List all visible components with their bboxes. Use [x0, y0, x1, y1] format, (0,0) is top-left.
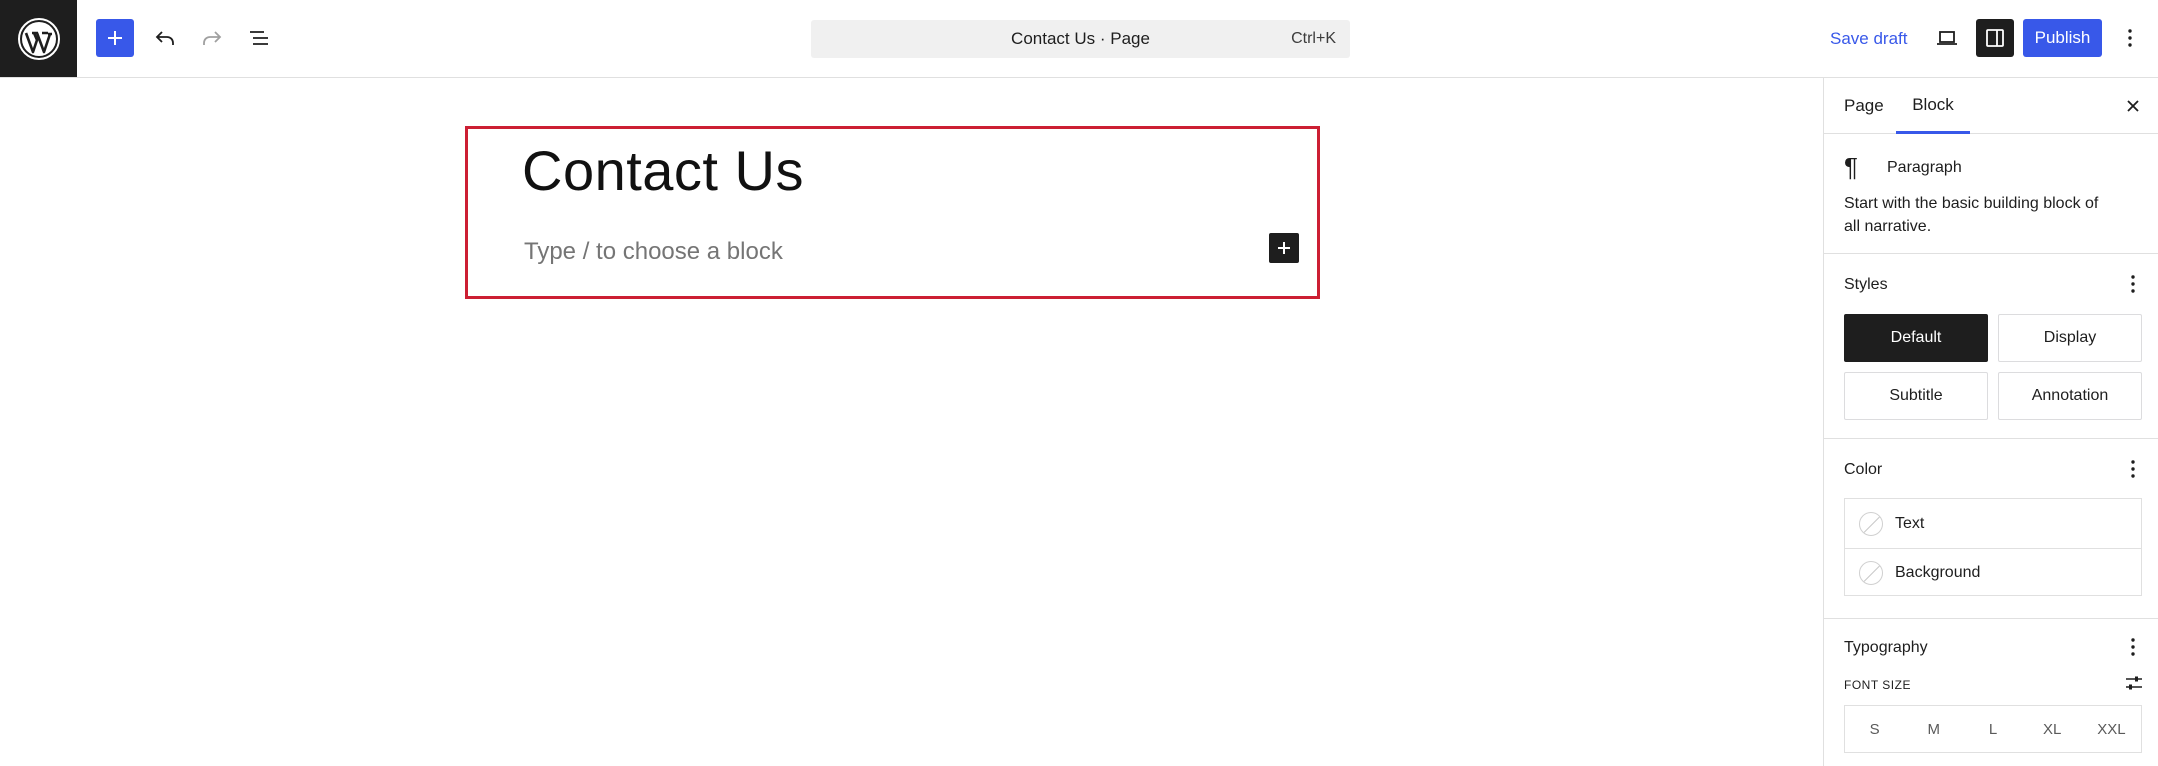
command-shortcut: Ctrl+K: [1291, 30, 1336, 47]
tab-page[interactable]: Page: [1844, 78, 1884, 134]
redo-button[interactable]: [193, 19, 231, 57]
pilcrow-icon: ¶: [1844, 152, 1858, 182]
redo-icon: [203, 31, 222, 45]
plus-icon: [1278, 242, 1290, 254]
block-card: ¶ Paragraph Start with the basic buildin…: [1824, 134, 2158, 254]
font-size-custom-button[interactable]: [2122, 671, 2146, 695]
vertical-dots-icon: [2131, 460, 2135, 478]
panel-divider: [1824, 618, 2158, 619]
wordpress-logo-button[interactable]: [0, 0, 77, 77]
list-view-icon: [250, 31, 268, 45]
editor-canvas[interactable]: Contact Us Type / to choose a block: [0, 78, 1823, 766]
tab-block[interactable]: Block: [1896, 78, 1970, 134]
block-name: Paragraph: [1887, 159, 1962, 176]
text-color-label: Text: [1895, 514, 1925, 532]
document-overview-button[interactable]: [240, 19, 278, 57]
empty-paragraph-block[interactable]: Type / to choose a block: [524, 238, 783, 266]
document-title: Contact Us · Page: [1011, 29, 1150, 48]
styles-options-button[interactable]: [2121, 270, 2145, 298]
post-title[interactable]: Contact Us: [522, 138, 804, 203]
vertical-dots-icon: [2131, 275, 2135, 293]
style-annotation-button[interactable]: Annotation: [1998, 372, 2142, 420]
panel-divider: [1824, 438, 2158, 439]
sidebar-tabs: Page Block: [1824, 78, 2158, 134]
preview-button[interactable]: [1928, 19, 1966, 57]
undo-icon: [155, 31, 174, 45]
block-inserter-button[interactable]: [96, 19, 134, 57]
typography-panel-title: Typography: [1844, 639, 1928, 656]
font-size-label: FONT SIZE: [1844, 678, 1911, 692]
close-icon: [2127, 100, 2139, 112]
color-options-button[interactable]: [2121, 455, 2145, 483]
sidebar-toggle-icon: [1986, 29, 2004, 47]
inline-block-inserter-button[interactable]: [1269, 233, 1299, 263]
laptop-icon: [1937, 31, 1957, 45]
settings-sidebar: Page Block ¶ Paragraph Start with the ba…: [1823, 78, 2158, 766]
editor-top-toolbar: Contact Us · Page Ctrl+K Save draft Publ…: [0, 0, 2158, 78]
save-draft-button[interactable]: Save draft: [1820, 20, 1918, 58]
settings-sidebar-toggle[interactable]: [1976, 19, 2014, 57]
empty-swatch-icon: [1859, 511, 1883, 536]
plus-icon: [108, 31, 122, 45]
color-settings-group: Text Background: [1844, 498, 2142, 596]
sliders-icon: [2126, 676, 2142, 690]
style-display-button[interactable]: Display: [1998, 314, 2142, 362]
typography-options-button[interactable]: [2121, 633, 2145, 661]
vertical-dots-icon: [2131, 638, 2135, 656]
wordpress-logo-icon: [17, 17, 60, 60]
publish-button[interactable]: Publish: [2023, 19, 2102, 57]
command-palette-bar[interactable]: Contact Us · Page Ctrl+K: [811, 20, 1350, 58]
style-subtitle-button[interactable]: Subtitle: [1844, 372, 1988, 420]
font-size-s[interactable]: S: [1845, 706, 1904, 752]
text-color-item[interactable]: Text: [1845, 499, 2141, 548]
style-default-button[interactable]: Default: [1844, 314, 1988, 362]
block-description: Start with the basic building block of a…: [1844, 195, 2099, 235]
undo-button[interactable]: [146, 19, 184, 57]
background-color-item[interactable]: Background: [1845, 548, 2141, 597]
font-size-xxl[interactable]: XXL: [2082, 706, 2141, 752]
background-color-label: Background: [1895, 564, 1981, 581]
vertical-dots-icon: [2128, 29, 2132, 47]
font-size-xl[interactable]: XL: [2023, 706, 2082, 752]
color-panel-title: Color: [1844, 461, 1883, 478]
font-size-l[interactable]: L: [1963, 706, 2022, 752]
styles-panel-title: Styles: [1844, 276, 1888, 293]
options-menu-button[interactable]: [2115, 19, 2145, 57]
font-size-picker: S M L XL XXL: [1844, 705, 2142, 753]
close-sidebar-button[interactable]: [2119, 92, 2147, 120]
empty-swatch-icon: [1859, 561, 1883, 585]
font-size-m[interactable]: M: [1904, 706, 1963, 752]
